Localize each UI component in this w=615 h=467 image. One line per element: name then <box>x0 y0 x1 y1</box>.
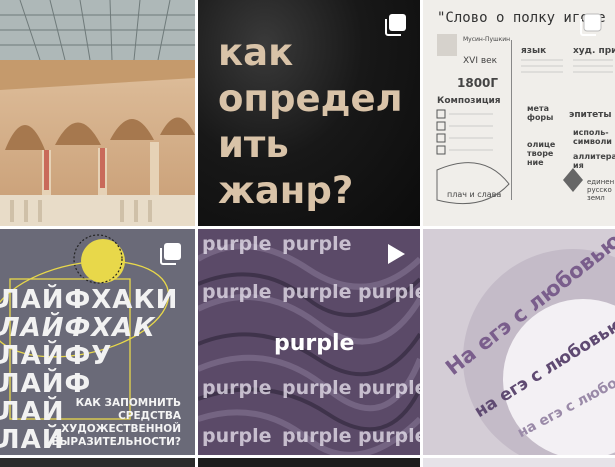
play-icon <box>388 244 405 264</box>
watermark: purple <box>358 425 420 447</box>
infographic-decoration <box>436 34 613 205</box>
building-photo <box>0 0 195 226</box>
lifehack-line: ЛАЙФ <box>0 369 92 399</box>
watermark: purple <box>282 425 352 447</box>
post-tile-1[interactable] <box>0 0 195 226</box>
lifehack-line: ЛАЙФУ <box>0 341 113 371</box>
watermark: purple <box>358 377 420 399</box>
watermark: purple <box>282 233 352 255</box>
lifehack-line: ЛАЙФХАКИ <box>0 285 179 315</box>
lifehack-line: ЛАЙФХАК <box>0 313 156 343</box>
profile-posts-grid: как определ ить жанр? "Слово о полку иго… <box>0 0 615 467</box>
post-tile-3[interactable]: "Слово о полку игоре Мусин-Пушкин XVI ве… <box>423 0 615 226</box>
post-tile-6[interactable]: На егэ с любовью на егэ с любовью на егэ… <box>423 229 615 455</box>
carousel-icon <box>385 14 406 36</box>
post-tile-4[interactable]: ЛАЙФХАКИ ЛАЙФХАК ЛАЙФУ ЛАЙФ ЛАЙ ЛАЙ КАК … <box>0 229 195 455</box>
watermark: purple <box>202 233 272 255</box>
purple-logo: purple <box>274 331 355 356</box>
watermark: purple <box>282 377 352 399</box>
post-tile-2[interactable]: как определ ить жанр? <box>198 0 420 226</box>
post-tile-7[interactable] <box>0 458 195 467</box>
watermark: purple <box>202 425 272 447</box>
carousel-icon <box>160 243 181 265</box>
post-title: как определ ить жанр? <box>218 31 403 212</box>
watermark: purple <box>202 377 272 399</box>
watermark: purple <box>282 281 352 303</box>
watermark: purple <box>202 281 272 303</box>
watermark: purple <box>358 281 420 303</box>
post-tile-8[interactable] <box>198 458 420 467</box>
post-tile-9[interactable] <box>423 458 615 467</box>
post-question: КАК ЗАПОМНИТЬ СРЕДСТВА ХУДОЖЕСТВЕННОЙ ВЫ… <box>51 397 181 448</box>
post-tile-5[interactable]: purple purple purple purple purple purpl… <box>198 229 420 455</box>
